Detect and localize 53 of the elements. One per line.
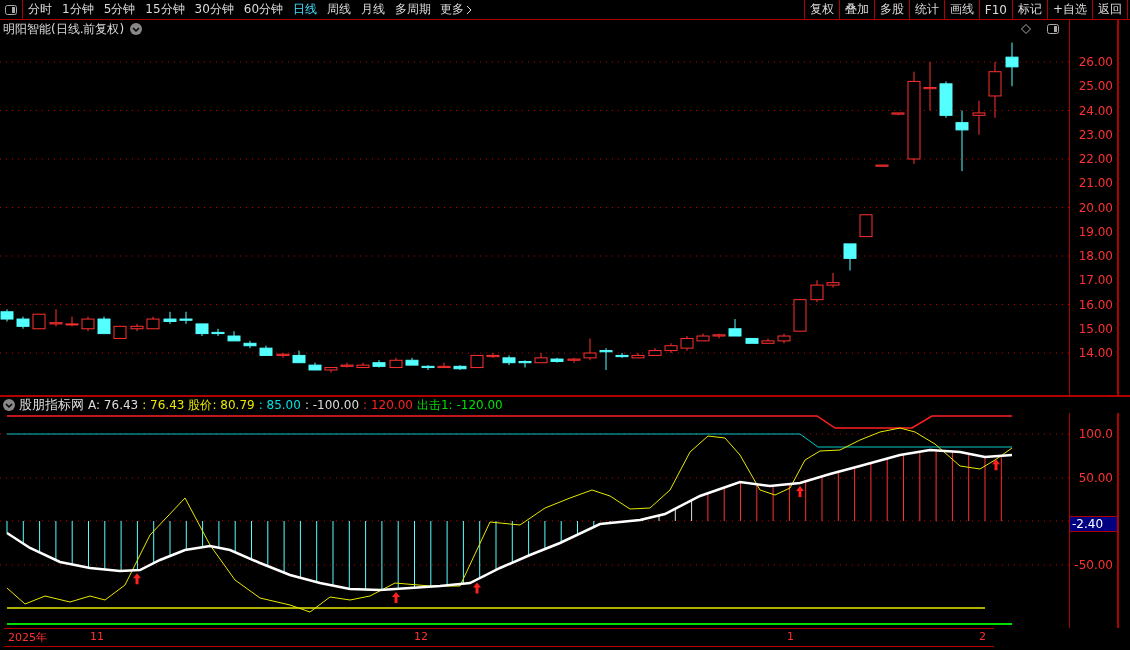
price-axis-label: 16.00 xyxy=(1078,297,1113,312)
indicator-axis-label: -50.00 xyxy=(1074,558,1113,572)
date-axis-label: 1 xyxy=(787,630,794,643)
period-tab[interactable]: 5分钟 xyxy=(98,0,141,19)
period-tab[interactable]: 1分钟 xyxy=(57,0,99,19)
price-axis-label: 18.00 xyxy=(1078,249,1113,263)
period-tab[interactable]: 60分钟 xyxy=(238,0,289,19)
price-axis-label: 15.00 xyxy=(1078,321,1113,336)
panel-toggle-icon[interactable] xyxy=(5,4,17,15)
period-tab[interactable]: 分时 xyxy=(23,0,57,19)
price-axis-label: 25.00 xyxy=(1078,79,1113,94)
indicator-axis-label: 50.00 xyxy=(1078,471,1113,485)
price-axis-label: 24.00 xyxy=(1078,103,1113,118)
price-axis-label: 22.00 xyxy=(1078,152,1113,166)
price-axis-label: 20.00 xyxy=(1078,200,1113,215)
period-tab[interactable]: 多周期 xyxy=(390,0,437,19)
indicator-value: 股价: 80.79 xyxy=(188,396,255,414)
price-axis-label: 23.00 xyxy=(1078,127,1113,142)
indicator-value: A: 76.43 xyxy=(88,398,139,412)
date-axis-label: 11 xyxy=(90,630,104,643)
price-axis-label: 26.00 xyxy=(1078,55,1113,69)
period-tab[interactable]: 周线 xyxy=(322,0,357,19)
indicator-axis-label: 100.0 xyxy=(1078,427,1113,441)
indicator-name: 股朋指标网 xyxy=(19,396,84,414)
price-axis-label: 19.00 xyxy=(1078,224,1113,239)
chevron-right-icon xyxy=(466,4,473,15)
up-arrow-icon xyxy=(133,573,141,585)
period-tab[interactable]: 日线 xyxy=(288,0,323,19)
indicator-value: : 76.43 xyxy=(142,398,185,412)
diamond-icon[interactable] xyxy=(1021,24,1031,34)
current-value-label: -2.40 xyxy=(1070,516,1117,532)
date-axis-label: 2025年 xyxy=(8,630,47,645)
up-arrow-icon xyxy=(473,582,481,594)
period-tab[interactable]: 15分钟 xyxy=(140,0,190,19)
period-tab[interactable]: 30分钟 xyxy=(189,0,239,19)
up-arrow-icon xyxy=(796,486,804,497)
date-axis-label: 12 xyxy=(414,630,428,643)
price-axis-label: 14.00 xyxy=(1078,346,1113,360)
stock-title: 明阳智能(日线.前复权) xyxy=(3,20,125,38)
dropdown-icon[interactable] xyxy=(130,23,143,35)
date-axis-label: 2 xyxy=(979,630,986,643)
price-axis-label: 17.00 xyxy=(1078,273,1113,288)
up-arrow-icon xyxy=(392,591,400,603)
price-axis-label: 21.00 xyxy=(1078,176,1113,191)
period-tab[interactable]: 月线 xyxy=(356,0,391,19)
more-menu[interactable]: 更多 xyxy=(436,0,477,19)
indicator-value: : -100.00 xyxy=(304,398,360,412)
indicator-value: 出击1: -120.00 xyxy=(416,396,503,414)
indicator-value: : 120.00 xyxy=(363,398,413,412)
up-arrow-icon xyxy=(992,459,1000,471)
panel-toggle-icon[interactable] xyxy=(1047,24,1059,34)
indicator-value: : 85.00 xyxy=(258,398,301,412)
dropdown-icon[interactable] xyxy=(3,399,15,411)
